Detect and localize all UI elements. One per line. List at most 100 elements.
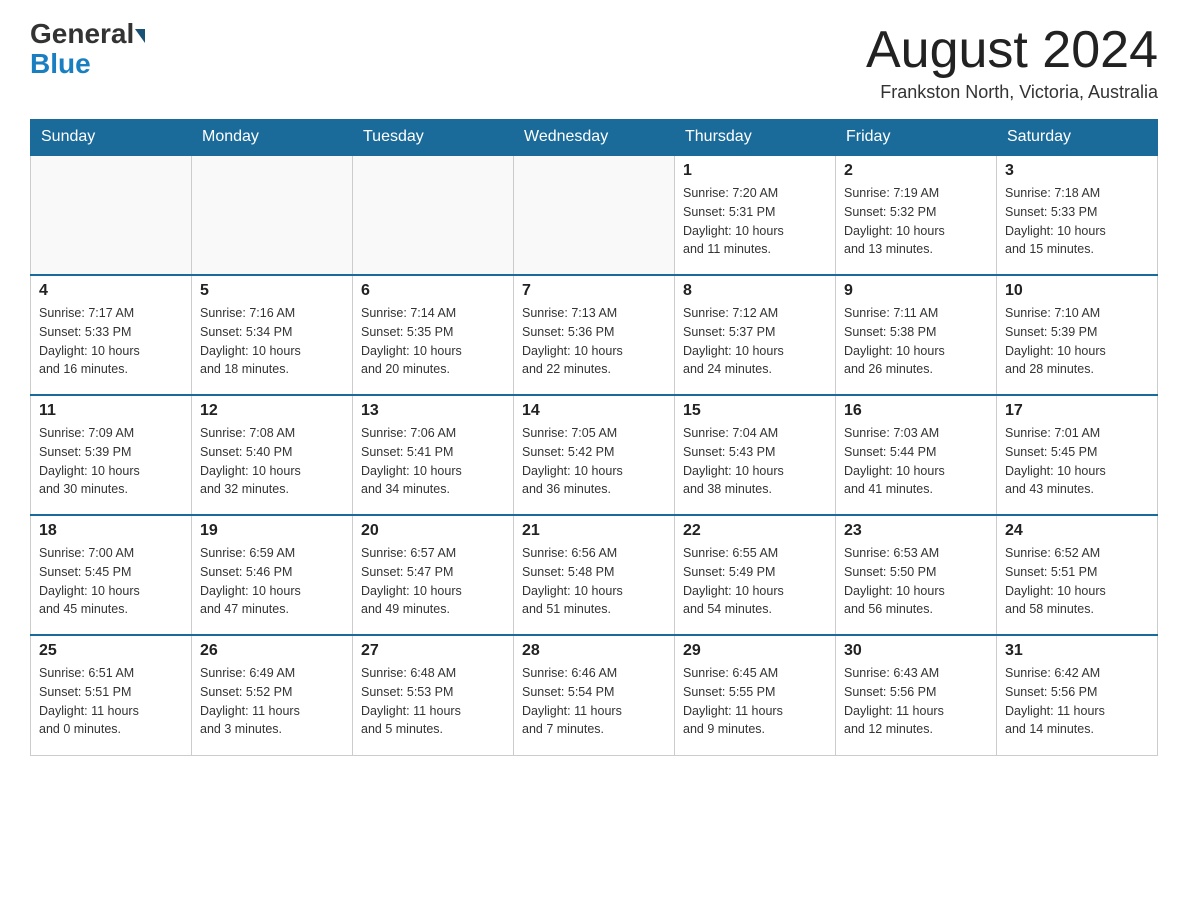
calendar-cell: 3 Sunrise: 7:18 AM Sunset: 5:33 PM Daylig… bbox=[997, 155, 1158, 275]
day-number: 7 bbox=[522, 282, 666, 300]
day-info: Sunrise: 7:06 AM Sunset: 5:41 PM Dayligh… bbox=[361, 424, 505, 499]
day-number: 2 bbox=[844, 162, 988, 180]
column-header-monday: Monday bbox=[192, 120, 353, 156]
day-info: Sunrise: 7:10 AM Sunset: 5:39 PM Dayligh… bbox=[1005, 304, 1149, 379]
day-number: 14 bbox=[522, 402, 666, 420]
day-number: 6 bbox=[361, 282, 505, 300]
day-info: Sunrise: 6:49 AM Sunset: 5:52 PM Dayligh… bbox=[200, 664, 344, 739]
day-info: Sunrise: 6:42 AM Sunset: 5:56 PM Dayligh… bbox=[1005, 664, 1149, 739]
day-number: 13 bbox=[361, 402, 505, 420]
day-info: Sunrise: 7:13 AM Sunset: 5:36 PM Dayligh… bbox=[522, 304, 666, 379]
calendar-cell: 19Sunrise: 6:59 AM Sunset: 5:46 PM Dayli… bbox=[192, 515, 353, 635]
day-info: Sunrise: 6:45 AM Sunset: 5:55 PM Dayligh… bbox=[683, 664, 827, 739]
day-info: Sunrise: 7:01 AM Sunset: 5:45 PM Dayligh… bbox=[1005, 424, 1149, 499]
day-info: Sunrise: 7:09 AM Sunset: 5:39 PM Dayligh… bbox=[39, 424, 183, 499]
calendar-table: SundayMondayTuesdayWednesdayThursdayFrid… bbox=[30, 119, 1158, 756]
day-number: 28 bbox=[522, 642, 666, 660]
day-info: Sunrise: 7:08 AM Sunset: 5:40 PM Dayligh… bbox=[200, 424, 344, 499]
day-info: Sunrise: 6:48 AM Sunset: 5:53 PM Dayligh… bbox=[361, 664, 505, 739]
calendar-cell: 28 Sunrise: 6:46 AM Sunset: 5:54 PM Dayli… bbox=[514, 635, 675, 755]
calendar-cell bbox=[192, 155, 353, 275]
day-info: Sunrise: 7:05 AM Sunset: 5:42 PM Dayligh… bbox=[522, 424, 666, 499]
day-info: Sunrise: 7:20 AM Sunset: 5:31 PM Dayligh… bbox=[683, 184, 827, 259]
calendar-cell: 6 Sunrise: 7:14 AM Sunset: 5:35 PM Daylig… bbox=[353, 275, 514, 395]
column-header-tuesday: Tuesday bbox=[353, 120, 514, 156]
day-info: Sunrise: 7:14 AM Sunset: 5:35 PM Dayligh… bbox=[361, 304, 505, 379]
calendar-cell: 21Sunrise: 6:56 AM Sunset: 5:48 PM Dayli… bbox=[514, 515, 675, 635]
day-info: Sunrise: 6:51 AM Sunset: 5:51 PM Dayligh… bbox=[39, 664, 183, 739]
column-header-wednesday: Wednesday bbox=[514, 120, 675, 156]
calendar-cell: 8Sunrise: 7:12 AM Sunset: 5:37 PM Daylig… bbox=[675, 275, 836, 395]
day-number: 11 bbox=[39, 402, 183, 420]
day-number: 10 bbox=[1005, 282, 1149, 300]
calendar-cell: 10 Sunrise: 7:10 AM Sunset: 5:39 PM Dayli… bbox=[997, 275, 1158, 395]
calendar-cell bbox=[31, 155, 192, 275]
logo-general-text: General bbox=[30, 20, 134, 48]
calendar-cell bbox=[514, 155, 675, 275]
day-number: 9 bbox=[844, 282, 988, 300]
calendar-cell bbox=[353, 155, 514, 275]
calendar-week-row: 25Sunrise: 6:51 AM Sunset: 5:51 PM Dayli… bbox=[31, 635, 1158, 755]
location-text: Frankston North, Victoria, Australia bbox=[866, 82, 1158, 103]
day-info: Sunrise: 7:17 AM Sunset: 5:33 PM Dayligh… bbox=[39, 304, 183, 379]
calendar-cell: 1Sunrise: 7:20 AM Sunset: 5:31 PM Daylig… bbox=[675, 155, 836, 275]
month-title: August 2024 bbox=[866, 20, 1158, 80]
day-number: 8 bbox=[683, 282, 827, 300]
day-number: 17 bbox=[1005, 402, 1149, 420]
day-number: 4 bbox=[39, 282, 183, 300]
page-header: General Blue August 2024 Frankston North… bbox=[30, 20, 1158, 103]
calendar-cell: 11 Sunrise: 7:09 AM Sunset: 5:39 PM Dayli… bbox=[31, 395, 192, 515]
day-info: Sunrise: 7:11 AM Sunset: 5:38 PM Dayligh… bbox=[844, 304, 988, 379]
day-info: Sunrise: 6:55 AM Sunset: 5:49 PM Dayligh… bbox=[683, 544, 827, 619]
day-info: Sunrise: 6:57 AM Sunset: 5:47 PM Dayligh… bbox=[361, 544, 505, 619]
day-info: Sunrise: 7:16 AM Sunset: 5:34 PM Dayligh… bbox=[200, 304, 344, 379]
calendar-cell: 7 Sunrise: 7:13 AM Sunset: 5:36 PM Daylig… bbox=[514, 275, 675, 395]
calendar-week-row: 4 Sunrise: 7:17 AM Sunset: 5:33 PM Daylig… bbox=[31, 275, 1158, 395]
day-info: Sunrise: 6:53 AM Sunset: 5:50 PM Dayligh… bbox=[844, 544, 988, 619]
logo: General Blue bbox=[30, 20, 146, 80]
calendar-week-row: 18Sunrise: 7:00 AM Sunset: 5:45 PM Dayli… bbox=[31, 515, 1158, 635]
title-block: August 2024 Frankston North, Victoria, A… bbox=[866, 20, 1158, 103]
day-number: 24 bbox=[1005, 522, 1149, 540]
day-number: 27 bbox=[361, 642, 505, 660]
calendar-cell: 25Sunrise: 6:51 AM Sunset: 5:51 PM Dayli… bbox=[31, 635, 192, 755]
calendar-cell: 31 Sunrise: 6:42 AM Sunset: 5:56 PM Dayli… bbox=[997, 635, 1158, 755]
calendar-cell: 13 Sunrise: 7:06 AM Sunset: 5:41 PM Dayli… bbox=[353, 395, 514, 515]
day-number: 3 bbox=[1005, 162, 1149, 180]
column-header-sunday: Sunday bbox=[31, 120, 192, 156]
day-info: Sunrise: 6:56 AM Sunset: 5:48 PM Dayligh… bbox=[522, 544, 666, 619]
day-info: Sunrise: 7:19 AM Sunset: 5:32 PM Dayligh… bbox=[844, 184, 988, 259]
calendar-cell: 12 Sunrise: 7:08 AM Sunset: 5:40 PM Dayli… bbox=[192, 395, 353, 515]
day-number: 23 bbox=[844, 522, 988, 540]
day-number: 18 bbox=[39, 522, 183, 540]
column-header-thursday: Thursday bbox=[675, 120, 836, 156]
day-info: Sunrise: 6:46 AM Sunset: 5:54 PM Dayligh… bbox=[522, 664, 666, 739]
logo-blue-text: Blue bbox=[30, 48, 91, 80]
calendar-header-row: SundayMondayTuesdayWednesdayThursdayFrid… bbox=[31, 120, 1158, 156]
calendar-cell: 4 Sunrise: 7:17 AM Sunset: 5:33 PM Daylig… bbox=[31, 275, 192, 395]
calendar-cell: 20 Sunrise: 6:57 AM Sunset: 5:47 PM Dayli… bbox=[353, 515, 514, 635]
day-number: 29 bbox=[683, 642, 827, 660]
calendar-cell: 27 Sunrise: 6:48 AM Sunset: 5:53 PM Dayli… bbox=[353, 635, 514, 755]
calendar-cell: 17 Sunrise: 7:01 AM Sunset: 5:45 PM Dayli… bbox=[997, 395, 1158, 515]
day-number: 12 bbox=[200, 402, 344, 420]
calendar-week-row: 11 Sunrise: 7:09 AM Sunset: 5:39 PM Dayli… bbox=[31, 395, 1158, 515]
column-header-saturday: Saturday bbox=[997, 120, 1158, 156]
calendar-cell: 16Sunrise: 7:03 AM Sunset: 5:44 PM Dayli… bbox=[836, 395, 997, 515]
day-number: 31 bbox=[1005, 642, 1149, 660]
day-number: 15 bbox=[683, 402, 827, 420]
calendar-cell: 2 Sunrise: 7:19 AM Sunset: 5:32 PM Daylig… bbox=[836, 155, 997, 275]
calendar-cell: 5Sunrise: 7:16 AM Sunset: 5:34 PM Daylig… bbox=[192, 275, 353, 395]
calendar-cell: 15Sunrise: 7:04 AM Sunset: 5:43 PM Dayli… bbox=[675, 395, 836, 515]
day-number: 16 bbox=[844, 402, 988, 420]
day-number: 26 bbox=[200, 642, 344, 660]
calendar-cell: 29 Sunrise: 6:45 AM Sunset: 5:55 PM Dayli… bbox=[675, 635, 836, 755]
day-info: Sunrise: 7:18 AM Sunset: 5:33 PM Dayligh… bbox=[1005, 184, 1149, 259]
day-info: Sunrise: 6:59 AM Sunset: 5:46 PM Dayligh… bbox=[200, 544, 344, 619]
calendar-cell: 30Sunrise: 6:43 AM Sunset: 5:56 PM Dayli… bbox=[836, 635, 997, 755]
calendar-cell: 23 Sunrise: 6:53 AM Sunset: 5:50 PM Dayli… bbox=[836, 515, 997, 635]
calendar-cell: 26 Sunrise: 6:49 AM Sunset: 5:52 PM Dayli… bbox=[192, 635, 353, 755]
day-number: 20 bbox=[361, 522, 505, 540]
day-number: 30 bbox=[844, 642, 988, 660]
calendar-cell: 18Sunrise: 7:00 AM Sunset: 5:45 PM Dayli… bbox=[31, 515, 192, 635]
